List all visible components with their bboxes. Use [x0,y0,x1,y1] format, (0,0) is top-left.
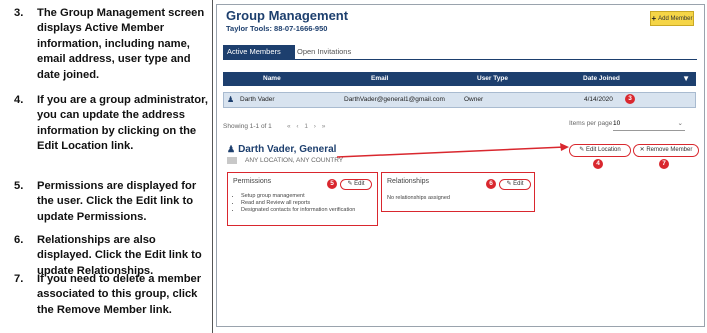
step-text: The Group Management screen displays Act… [37,7,205,81]
step-number: 5. [14,180,24,192]
callout-badge-6: 6 [486,179,496,189]
step-number: 7. [14,273,24,285]
instructions-column: 3. The Group Management screen displays … [0,0,212,333]
step-text: If you need to delete a member associate… [37,273,202,316]
step-text: If you are a group administrator, you ca… [37,94,208,153]
step-number: 4. [14,94,24,106]
remove-member-label: Remove Member [646,147,693,153]
step-number: 3. [14,7,24,19]
edit-location-label: Edit Location [586,147,621,153]
relationships-edit-link[interactable]: ✎ Edit [499,179,531,190]
list-item: Read and Review all reports [241,200,355,207]
callout-badge-5: 5 [327,179,337,189]
list-item: Setup group management [241,193,355,200]
step-text: Permissions are displayed for the user. … [37,180,197,223]
callout-badge-4: 4 [593,159,603,169]
callout-badge-7: 7 [659,159,669,169]
relationships-edit-label: Edit [513,181,524,187]
relationships-panel: Relationships 6 ✎ Edit No relationships … [381,172,535,212]
permissions-list: Setup group management Read and Review a… [235,193,355,214]
edit-location-link[interactable]: ✎ Edit Location [569,144,631,157]
group-management-screenshot: Group Management Taylor Tools: 88-07-166… [216,4,705,327]
permissions-edit-label: Edit [354,181,365,187]
relationships-title: Relationships [387,178,430,185]
remove-member-link[interactable]: ✕ Remove Member [633,144,699,157]
step-number: 6. [14,234,24,246]
permissions-panel: Permissions 5 ✎ Edit Setup group managem… [227,172,378,226]
list-item: Designated contacts for information veri… [241,207,355,214]
column-divider [212,0,213,333]
permissions-title: Permissions [233,178,272,185]
callout-arrow [336,143,569,158]
relationships-text: No relationships assigned [387,195,450,201]
permissions-edit-link[interactable]: ✎ Edit [340,179,372,190]
